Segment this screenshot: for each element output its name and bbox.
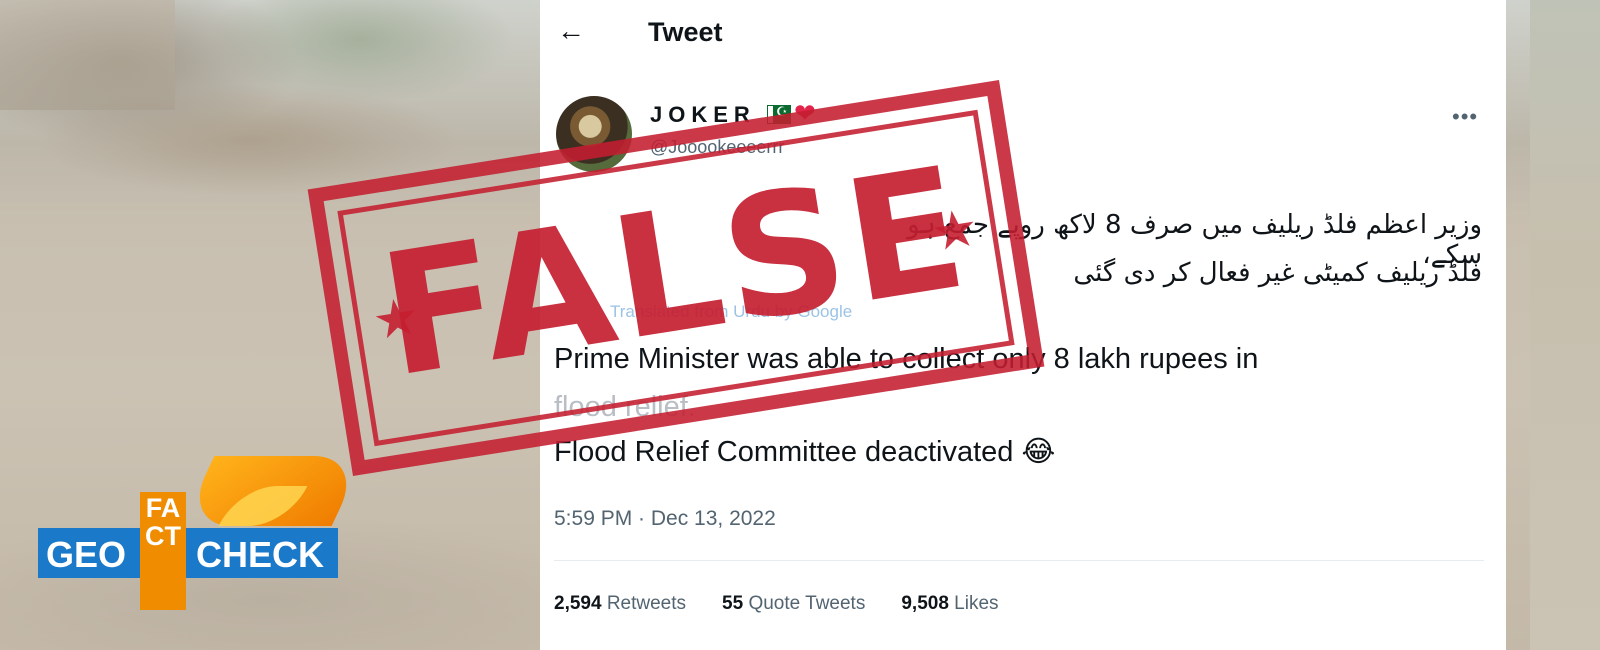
laughing-emoji-icon: 😂: [1021, 434, 1056, 468]
likes-label: Likes: [954, 593, 999, 614]
logo-fact-text: FACT: [140, 492, 186, 610]
logo-check-text: CHECK: [196, 534, 325, 575]
likes-stat[interactable]: 9,508 Likes: [901, 593, 998, 615]
retweets-label: Retweets: [606, 593, 687, 614]
quote-tweets-count: 55: [722, 593, 744, 614]
background-edge: [1530, 0, 1600, 650]
quote-tweets-stat[interactable]: 55 Quote Tweets: [722, 593, 865, 615]
likes-count: 9,508: [901, 593, 949, 614]
more-options-icon[interactable]: •••: [1452, 104, 1478, 130]
tweet-english-line-3: Flood Relief Committee deactivated 😂: [554, 434, 1055, 469]
flood-debris: [0, 0, 175, 110]
tweet-stats: 2,594 Retweets 55 Quote Tweets 9,508 Lik…: [554, 593, 999, 615]
quote-tweets-label: Quote Tweets: [748, 593, 866, 614]
tweet-header: ← Tweet: [540, 0, 1506, 64]
retweets-stat[interactable]: 2,594 Retweets: [554, 593, 686, 615]
star-icon: ★: [927, 198, 983, 264]
header-title: Tweet: [648, 17, 723, 47]
tweet-english-line-3-text: Flood Relief Committee deactivated: [554, 436, 1014, 468]
retweets-count: 2,594: [554, 593, 602, 614]
tweet-timestamp[interactable]: 5:59 PM · Dec 13, 2022: [554, 507, 776, 531]
back-arrow-icon[interactable]: ←: [554, 14, 588, 48]
stamp-text: FALSE: [369, 129, 981, 415]
logo-geo-text: GEO: [46, 534, 127, 575]
geo-fact-check-logo: GEO FACT CHECK: [38, 456, 365, 616]
divider: [554, 560, 1484, 561]
